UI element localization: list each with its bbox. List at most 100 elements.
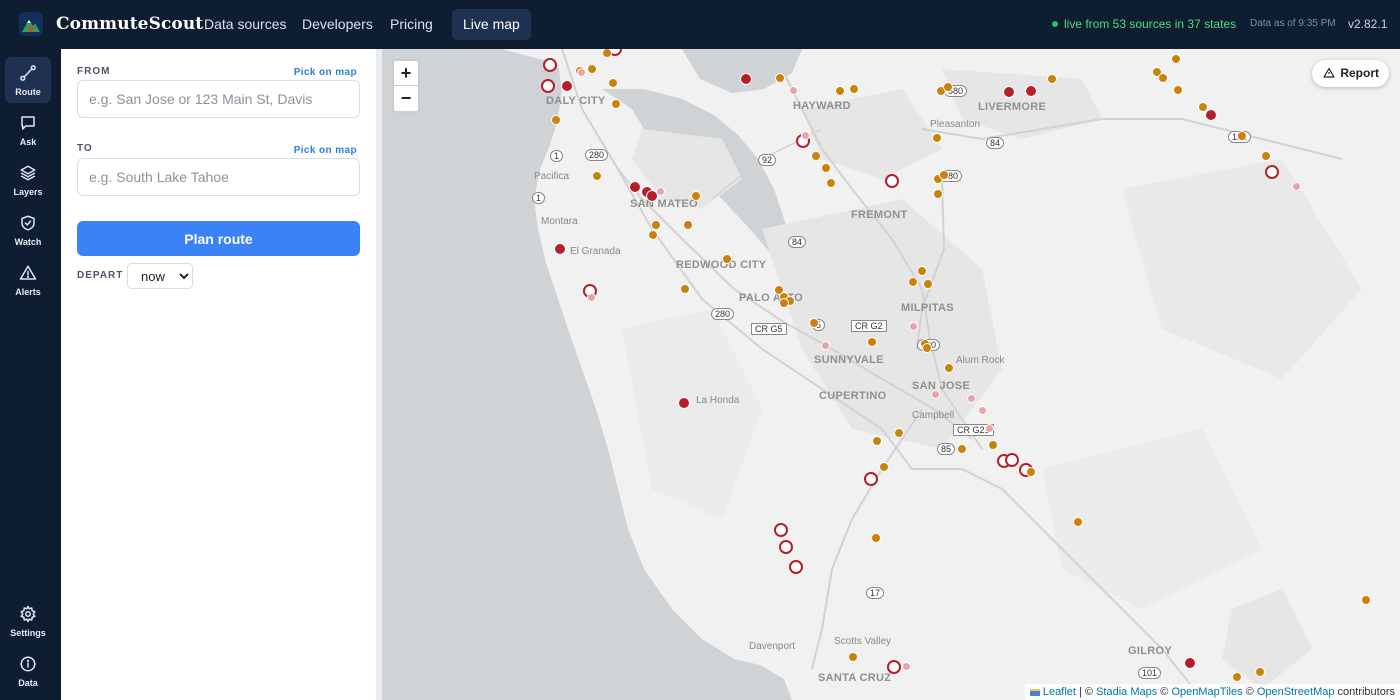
report-button[interactable]: Report [1312, 60, 1389, 87]
rail-ask[interactable]: Ask [5, 107, 51, 153]
incident-marker-severe[interactable] [1025, 85, 1037, 97]
depart-select[interactable]: now [127, 263, 193, 289]
incident-marker-minor[interactable] [820, 340, 830, 350]
incident-marker-moderate[interactable] [879, 462, 889, 472]
incident-marker-moderate[interactable] [957, 444, 967, 454]
incident-marker-closure[interactable] [864, 472, 878, 486]
incident-marker-moderate[interactable] [988, 440, 998, 450]
incident-marker-minor[interactable] [966, 393, 976, 403]
incident-marker-minor[interactable] [655, 186, 665, 196]
rail-layers[interactable]: Layers [5, 157, 51, 203]
incident-marker-moderate[interactable] [1047, 74, 1057, 84]
nav-live-map[interactable]: Live map [452, 9, 531, 40]
rail-settings[interactable]: Settings [5, 598, 51, 644]
incident-marker-moderate[interactable] [691, 191, 701, 201]
incident-marker-moderate[interactable] [944, 363, 954, 373]
incident-marker-moderate[interactable] [779, 298, 789, 308]
incident-marker-closure[interactable] [779, 540, 793, 554]
incident-marker-moderate[interactable] [933, 189, 943, 199]
incident-marker-moderate[interactable] [848, 652, 858, 662]
osm-link[interactable]: OpenStreetMap [1257, 686, 1335, 698]
leaflet-link[interactable]: Leaflet [1043, 686, 1076, 698]
plan-route-button[interactable]: Plan route [77, 221, 360, 256]
zoom-out-button[interactable]: − [394, 86, 418, 111]
incident-marker-moderate[interactable] [917, 266, 927, 276]
incident-marker-minor[interactable] [1291, 181, 1301, 191]
incident-marker-moderate[interactable] [867, 337, 877, 347]
incident-marker-moderate[interactable] [809, 318, 819, 328]
logo-icon[interactable] [19, 12, 43, 36]
incident-marker-moderate[interactable] [651, 220, 661, 230]
incident-marker-moderate[interactable] [592, 171, 602, 181]
brand-name[interactable]: CommuteScout [56, 14, 203, 34]
incident-marker-moderate[interactable] [922, 343, 932, 353]
incident-marker-minor[interactable] [977, 405, 987, 415]
incident-marker-moderate[interactable] [1237, 131, 1247, 141]
incident-marker-closure[interactable] [789, 560, 803, 574]
incident-marker-moderate[interactable] [894, 428, 904, 438]
incident-marker-severe[interactable] [1003, 86, 1015, 98]
stadia-link[interactable]: Stadia Maps [1096, 686, 1157, 698]
openmaptiles-link[interactable]: OpenMapTiles [1171, 686, 1242, 698]
incident-marker-closure[interactable] [885, 174, 899, 188]
rail-watch[interactable]: Watch [5, 207, 51, 253]
from-input[interactable] [77, 80, 360, 118]
incident-marker-moderate[interactable] [811, 151, 821, 161]
incident-marker-closure[interactable] [887, 660, 901, 674]
incident-marker-closure[interactable] [774, 523, 788, 537]
incident-marker-moderate[interactable] [872, 436, 882, 446]
incident-marker-minor[interactable] [908, 321, 918, 331]
incident-marker-moderate[interactable] [775, 73, 785, 83]
incident-marker-moderate[interactable] [826, 178, 836, 188]
incident-marker-severe[interactable] [561, 80, 573, 92]
incident-marker-minor[interactable] [576, 67, 586, 77]
incident-marker-moderate[interactable] [821, 163, 831, 173]
incident-marker-moderate[interactable] [1232, 672, 1242, 682]
incident-marker-minor[interactable] [984, 423, 994, 433]
incident-marker-moderate[interactable] [908, 277, 918, 287]
incident-marker-moderate[interactable] [1158, 73, 1168, 83]
incident-marker-moderate[interactable] [923, 279, 933, 289]
rail-data[interactable]: Data [5, 648, 51, 694]
incident-marker-moderate[interactable] [939, 170, 949, 180]
to-input[interactable] [77, 158, 360, 196]
incident-marker-moderate[interactable] [1171, 54, 1181, 64]
incident-marker-minor[interactable] [800, 130, 810, 140]
incident-marker-closure[interactable] [543, 58, 557, 72]
incident-marker-moderate[interactable] [1073, 517, 1083, 527]
from-pick-on-map[interactable]: Pick on map [294, 67, 357, 78]
incident-marker-moderate[interactable] [849, 84, 859, 94]
incident-marker-moderate[interactable] [835, 86, 845, 96]
incident-marker-moderate[interactable] [932, 133, 942, 143]
incident-marker-moderate[interactable] [943, 82, 953, 92]
incident-marker-closure[interactable] [1265, 165, 1279, 179]
incident-marker-severe[interactable] [629, 181, 641, 193]
incident-marker-minor[interactable] [901, 661, 911, 671]
nav-pricing[interactable]: Pricing [379, 9, 444, 40]
rail-route[interactable]: Route [5, 57, 51, 103]
rail-alerts[interactable]: Alerts [5, 257, 51, 303]
incident-marker-moderate[interactable] [680, 284, 690, 294]
incident-marker-moderate[interactable] [587, 64, 597, 74]
incident-marker-minor[interactable] [788, 85, 798, 95]
incident-marker-moderate[interactable] [648, 230, 658, 240]
incident-marker-minor[interactable] [930, 389, 940, 399]
nav-data-sources[interactable]: Data sources [193, 9, 297, 40]
incident-marker-minor[interactable] [586, 292, 596, 302]
live-map[interactable]: DALY CITY HAYWARD LIVERMORE Pleasanton P… [382, 49, 1400, 700]
incident-marker-severe[interactable] [1205, 109, 1217, 121]
incident-marker-moderate[interactable] [683, 220, 693, 230]
nav-developers[interactable]: Developers [291, 9, 384, 40]
incident-marker-moderate[interactable] [1026, 467, 1036, 477]
incident-marker-moderate[interactable] [1261, 151, 1271, 161]
incident-marker-moderate[interactable] [611, 99, 621, 109]
incident-marker-moderate[interactable] [608, 78, 618, 88]
zoom-in-button[interactable]: + [394, 61, 418, 86]
incident-marker-moderate[interactable] [551, 115, 561, 125]
to-pick-on-map[interactable]: Pick on map [294, 145, 357, 156]
incident-marker-moderate[interactable] [722, 254, 732, 264]
incident-marker-moderate[interactable] [1255, 667, 1265, 677]
incident-marker-severe[interactable] [740, 73, 752, 85]
incident-marker-closure[interactable] [541, 79, 555, 93]
incident-marker-moderate[interactable] [1173, 85, 1183, 95]
